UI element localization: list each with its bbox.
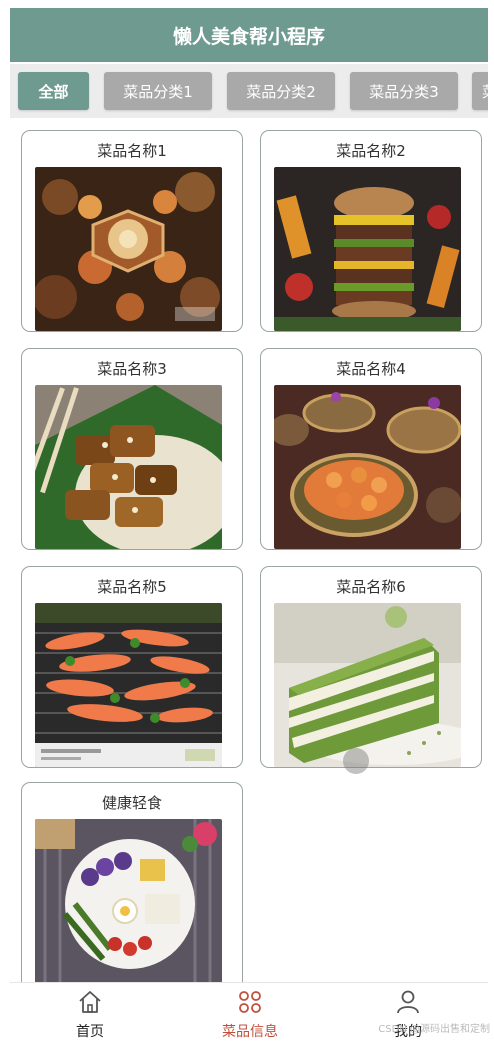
dish-card[interactable]: 菜品名称2: [260, 130, 482, 332]
home-icon: [79, 991, 101, 1013]
tabbar-item-dishes[interactable]: 菜品信息: [190, 987, 310, 1043]
tabbar-item-home[interactable]: 首页: [30, 987, 150, 1043]
dish-card[interactable]: 菜品名称4: [260, 348, 482, 550]
tab-category-4[interactable]: 菜: [472, 72, 488, 110]
tab-all[interactable]: 全部: [18, 72, 89, 110]
app-frame: 懒人美食帮小程序 全部 菜品分类1 菜品分类2 菜品分类3 菜 菜品名称1: [0, 0, 494, 1047]
stacked-burger-photo: [274, 167, 461, 331]
dish-card[interactable]: 菜品名称6: [260, 566, 482, 768]
matcha-cake-photo: [274, 603, 461, 767]
page-title: 懒人美食帮小程序: [172, 25, 325, 48]
user-icon: [397, 990, 419, 1014]
scroll-indicator[interactable]: [343, 748, 369, 774]
bottom-tabbar: 首页 菜品信息 我的: [10, 982, 488, 1045]
seafood-platter-photo: [274, 385, 461, 549]
grilled-shrimp-photo: [35, 603, 222, 767]
dish-title: 菜品名称3: [97, 360, 167, 378]
category-tabs[interactable]: 全部 菜品分类1 菜品分类2 菜品分类3 菜: [10, 64, 488, 118]
dish-card[interactable]: 菜品名称5: [21, 566, 243, 768]
grid-icon: [239, 991, 261, 1013]
dish-title: 健康轻食: [101, 794, 162, 812]
dish-card[interactable]: 健康轻食: [21, 782, 243, 982]
hotpot-feast-photo: [35, 167, 222, 331]
page-header: 懒人美食帮小程序: [10, 8, 488, 62]
grilled-meat-leaf-photo: [35, 385, 222, 549]
tabbar-label-dishes: 菜品信息: [222, 1024, 278, 1040]
healthy-bowl-photo: [35, 819, 222, 982]
dish-title: 菜品名称1: [97, 142, 167, 160]
tab-category-3[interactable]: 菜品分类3: [350, 72, 458, 110]
dish-title: 菜品名称4: [336, 360, 406, 378]
dish-card[interactable]: 菜品名称3: [21, 348, 243, 550]
tab-category-2[interactable]: 菜品分类2: [227, 72, 335, 110]
tab-category-1[interactable]: 菜品分类1: [104, 72, 212, 110]
dish-title: 菜品名称5: [97, 578, 167, 596]
watermark-text: CSDN @源码出售和定制: [378, 1024, 490, 1035]
dish-card[interactable]: 菜品名称1: [21, 130, 243, 332]
dish-grid: 菜品名称1 菜品名称2 菜品名称3 菜品名称4 菜品名称5 菜品名称6 健康轻食: [10, 120, 488, 982]
dish-title: 菜品名称6: [336, 578, 406, 596]
dish-title: 菜品名称2: [336, 142, 406, 160]
tabbar-label-home: 首页: [76, 1024, 104, 1040]
